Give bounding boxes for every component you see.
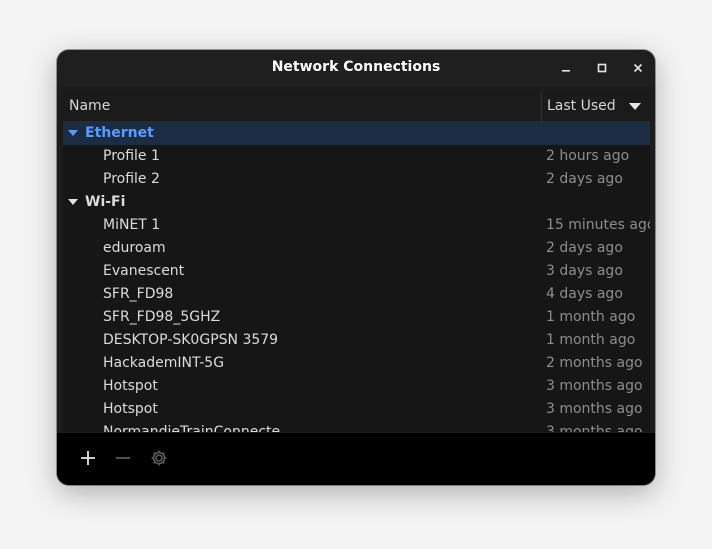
connection-last-used: 1 month ago bbox=[546, 332, 636, 348]
close-button[interactable] bbox=[629, 59, 647, 77]
group-row-wi-fi[interactable]: Wi-Fi bbox=[63, 191, 650, 214]
connection-last-used: 2 months ago bbox=[546, 355, 643, 371]
connection-last-used: 3 months ago bbox=[546, 378, 643, 394]
connection-last-used: 2 days ago bbox=[546, 171, 623, 187]
connection-name: Hotspot bbox=[103, 378, 158, 394]
edit-connection-settings-button[interactable] bbox=[147, 446, 171, 470]
connection-last-used: 2 days ago bbox=[546, 240, 623, 256]
bottom-toolbar bbox=[57, 433, 655, 485]
connection-name: SFR_FD98 bbox=[103, 286, 174, 302]
connection-last-used: 3 months ago bbox=[546, 424, 643, 432]
remove-connection-button[interactable] bbox=[111, 446, 135, 470]
column-divider[interactable] bbox=[541, 92, 542, 121]
minimize-icon bbox=[562, 70, 570, 72]
connection-name: SFR_FD98_5GHZ bbox=[103, 309, 221, 325]
connection-row[interactable]: Hotspot 3 months ago bbox=[63, 398, 650, 421]
group-label: Ethernet bbox=[85, 125, 154, 141]
group-label: Wi-Fi bbox=[85, 194, 126, 210]
connection-last-used: 4 days ago bbox=[546, 286, 623, 302]
column-header-last-used[interactable]: Last Used bbox=[547, 92, 616, 121]
connection-last-used: 2 hours ago bbox=[546, 148, 630, 164]
expander-triangle-icon[interactable] bbox=[68, 199, 78, 205]
connection-last-used: 15 minutes ago bbox=[546, 217, 650, 233]
connection-row[interactable]: Hotspot 3 months ago bbox=[63, 375, 650, 398]
title-bar[interactable]: Network Connections bbox=[57, 50, 655, 87]
connection-last-used: 3 days ago bbox=[546, 263, 623, 279]
maximize-button[interactable] bbox=[593, 59, 611, 77]
connection-row[interactable]: eduroam 2 days ago bbox=[63, 237, 650, 260]
column-header-name[interactable]: Name bbox=[69, 92, 110, 121]
sort-descending-icon[interactable] bbox=[629, 103, 641, 111]
connection-row[interactable]: DESKTOP-SK0GPSN 3579 1 month ago bbox=[63, 329, 650, 352]
connection-name: Profile 1 bbox=[103, 148, 160, 164]
minimize-button[interactable] bbox=[557, 59, 575, 77]
gear-icon bbox=[151, 450, 167, 466]
list-header: Name Last Used bbox=[63, 92, 650, 122]
connection-last-used: 1 month ago bbox=[546, 309, 636, 325]
connection-row[interactable]: NormandieTrainConnecte 3 months ago bbox=[63, 421, 650, 432]
group-row-ethernet[interactable]: Ethernet bbox=[63, 122, 650, 145]
network-connections-window: Network Connections Name Last Used Ether… bbox=[57, 50, 655, 485]
minus-icon bbox=[116, 457, 130, 459]
connection-row[interactable]: Profile 2 2 days ago bbox=[63, 168, 650, 191]
connection-name: MiNET 1 bbox=[103, 217, 161, 233]
connection-row[interactable]: SFR_FD98 4 days ago bbox=[63, 283, 650, 306]
connection-row[interactable]: Evanescent 3 days ago bbox=[63, 260, 650, 283]
connection-row[interactable]: Profile 1 2 hours ago bbox=[63, 145, 650, 168]
connection-name: Hotspot bbox=[103, 401, 158, 417]
close-icon bbox=[633, 63, 643, 73]
connections-list[interactable]: Name Last Used Ethernet Profile 1 2 hours … bbox=[63, 92, 650, 432]
connection-name: Evanescent bbox=[103, 263, 185, 279]
connection-name: eduroam bbox=[103, 240, 166, 256]
connection-name: DESKTOP-SK0GPSN 3579 bbox=[103, 332, 279, 348]
connection-name: Profile 2 bbox=[103, 171, 160, 187]
connection-row[interactable]: MiNET 1 15 minutes ago bbox=[63, 214, 650, 237]
add-connection-button[interactable] bbox=[76, 446, 100, 470]
connection-name: NormandieTrainConnecte bbox=[103, 424, 281, 432]
expander-triangle-icon[interactable] bbox=[68, 130, 78, 136]
connection-row[interactable]: HackademINT-5G 2 months ago bbox=[63, 352, 650, 375]
connection-last-used: 3 months ago bbox=[546, 401, 643, 417]
maximize-icon bbox=[597, 63, 607, 73]
connection-name: HackademINT-5G bbox=[103, 355, 225, 371]
plus-icon bbox=[81, 451, 95, 465]
connection-row[interactable]: SFR_FD98_5GHZ 1 month ago bbox=[63, 306, 650, 329]
